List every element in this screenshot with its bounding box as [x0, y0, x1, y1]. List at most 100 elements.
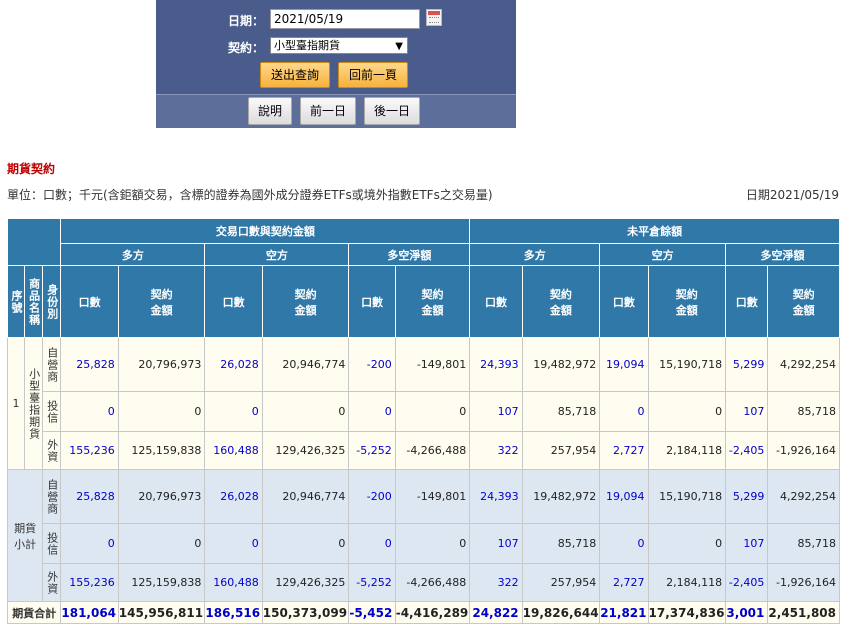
total-label-cell: 期貨合計 [6, 601, 62, 624]
oi-net-header: 多空淨額 [725, 243, 840, 266]
trade-long-lots-header: 口數 [60, 265, 119, 338]
value-cell: 0 [647, 391, 727, 432]
value-cell: 2,727 [599, 563, 649, 602]
total-value-cell: 150,373,099 [261, 601, 350, 624]
value-cell: 4,292,254 [767, 469, 840, 524]
value-cell: 85,718 [767, 523, 840, 564]
identity-cell: 自營商 [42, 469, 62, 524]
query-nav-area: 說明 前一日 後一日 [156, 94, 516, 128]
value-cell: 0 [394, 523, 471, 564]
institutional-futures-table: 交易口數與契約金額 未平倉餘額 多方 空方 多空淨額 多方 空方 多空淨額 序號… [6, 218, 840, 624]
back-button[interactable]: 回前一頁 [338, 62, 408, 88]
value-cell: -2,405 [725, 431, 769, 470]
value-cell: 15,190,718 [647, 469, 727, 524]
value-cell: -149,801 [394, 337, 471, 392]
contract-select-value: 小型臺指期貨 [274, 39, 340, 52]
table-row: 投信 0 0 0 0 0 0 107 85,718 0 0 107 85,718 [8, 391, 840, 432]
value-cell: 257,954 [521, 563, 601, 602]
value-cell: 0 [204, 523, 263, 564]
date-label: 日期： [227, 14, 264, 28]
table-row: 期貨 小計 自營商 25,828 20,796,973 26,028 20,946,774-… [6, 469, 840, 602]
value-cell: 24,393 [469, 469, 523, 524]
value-cell: 107 [725, 391, 769, 432]
value-cell: 322 [469, 431, 523, 470]
total-value-cell: 3,001 [725, 601, 769, 624]
value-cell: 125,159,838 [117, 563, 206, 602]
identity-cell: 投信 [42, 523, 62, 564]
value-cell: 20,796,973 [117, 469, 206, 524]
value-cell: 257,954 [521, 431, 601, 470]
total-value-cell: 2,451,808 [767, 601, 840, 624]
identity-header: 身份別 [42, 265, 62, 338]
value-cell: 160,488 [204, 563, 263, 602]
total-value-cell: 145,956,811 [117, 601, 206, 624]
table-row: 投信 0 0 0 0 0 0 107 85,718 0 0 107 85,718 [8, 523, 840, 564]
identity-cell: 投信 [42, 391, 62, 432]
table-row: 外資 155,236 125,159,838 160,488 129,426,325 -5… [8, 563, 840, 602]
value-cell: -4,266,488 [394, 563, 471, 602]
value-cell: 0 [394, 391, 471, 432]
total-value-cell: 24,822 [469, 601, 523, 624]
value-cell: 107 [469, 523, 523, 564]
prev-day-button[interactable]: 前一日 [300, 97, 356, 125]
value-cell: 26,028 [204, 469, 263, 524]
value-cell: 0 [647, 523, 727, 564]
next-day-button[interactable]: 後一日 [364, 97, 420, 125]
oi-short-lots-header: 口數 [599, 265, 649, 338]
value-cell: 0 [204, 391, 263, 432]
table-row: 外資 155,236 125,159,838 160,488 129,426,325 -5… [8, 431, 840, 470]
oi-short-amount-header: 契約 金額 [647, 265, 727, 338]
date-input[interactable] [270, 9, 420, 29]
value-cell: 0 [60, 523, 119, 564]
calendar-icon[interactable] [426, 9, 442, 26]
total-value-cell: 19,826,644 [521, 601, 601, 624]
seq-header: 序號 [6, 265, 26, 338]
oi-net-lots-header: 口數 [725, 265, 769, 338]
value-cell: -5,252 [348, 431, 396, 470]
value-cell: 4,292,254 [767, 337, 840, 392]
value-cell: 24,393 [469, 337, 523, 392]
value-cell: 5,299 [725, 469, 769, 524]
oi-group-header: 未平倉餘額 [469, 218, 840, 244]
help-button[interactable]: 說明 [248, 97, 292, 125]
value-cell: 0 [117, 523, 206, 564]
query-panel: 日期： 契約： 小型臺指期貨 ▼ 送出查詢 回前一頁 說明 前一日 後一日 [156, 0, 516, 128]
trade-long-amount-header: 契約 金額 [117, 265, 206, 338]
value-cell: 26,028 [204, 337, 263, 392]
value-cell: 2,184,118 [647, 431, 727, 470]
identity-cell: 外資 [42, 563, 62, 602]
total-value-cell: -5,452 [348, 601, 396, 624]
value-cell: -5,252 [348, 563, 396, 602]
total-value-cell: -4,416,289 [394, 601, 471, 624]
table-row: 1 小型臺指期貨 自營商 25,828 20,796,973 26,028 20,946,7… [6, 337, 840, 470]
value-cell: -149,801 [394, 469, 471, 524]
oi-net-amount-header: 契約 金額 [767, 265, 840, 338]
trade-net-amount-header: 契約 金額 [394, 265, 471, 338]
value-cell: 107 [725, 523, 769, 564]
unit-note: 單位：口數；千元(含鉅額交易，含標的證券為國外成分證券ETFs或境外指數ETFs… [7, 188, 493, 202]
value-cell: -4,266,488 [394, 431, 471, 470]
contract-select[interactable]: 小型臺指期貨 ▼ [270, 37, 408, 54]
total-row: 期貨合計 181,064 145,956,811 186,516 150,373,099… [6, 601, 840, 624]
value-cell: 107 [469, 391, 523, 432]
value-cell: 0 [261, 523, 350, 564]
trade-net-lots-header: 口數 [348, 265, 396, 338]
value-cell: -200 [348, 469, 396, 524]
identity-cell: 自營商 [42, 337, 62, 392]
value-cell: 0 [599, 391, 649, 432]
value-cell: 322 [469, 563, 523, 602]
value-cell: 2,184,118 [647, 563, 727, 602]
submit-query-button[interactable]: 送出查詢 [260, 62, 330, 88]
contract-label: 契約： [227, 41, 264, 55]
trade-short-lots-header: 口數 [204, 265, 263, 338]
value-cell: 125,159,838 [117, 431, 206, 470]
total-value-cell: 181,064 [60, 601, 119, 624]
value-cell: 0 [348, 391, 396, 432]
trade-net-header: 多空淨額 [348, 243, 471, 266]
value-cell: 5,299 [725, 337, 769, 392]
value-cell: -1,926,164 [767, 563, 840, 602]
value-cell: 155,236 [60, 431, 119, 470]
trade-long-header: 多方 [60, 243, 206, 266]
value-cell: 20,796,973 [117, 337, 206, 392]
value-cell: 19,482,972 [521, 469, 601, 524]
